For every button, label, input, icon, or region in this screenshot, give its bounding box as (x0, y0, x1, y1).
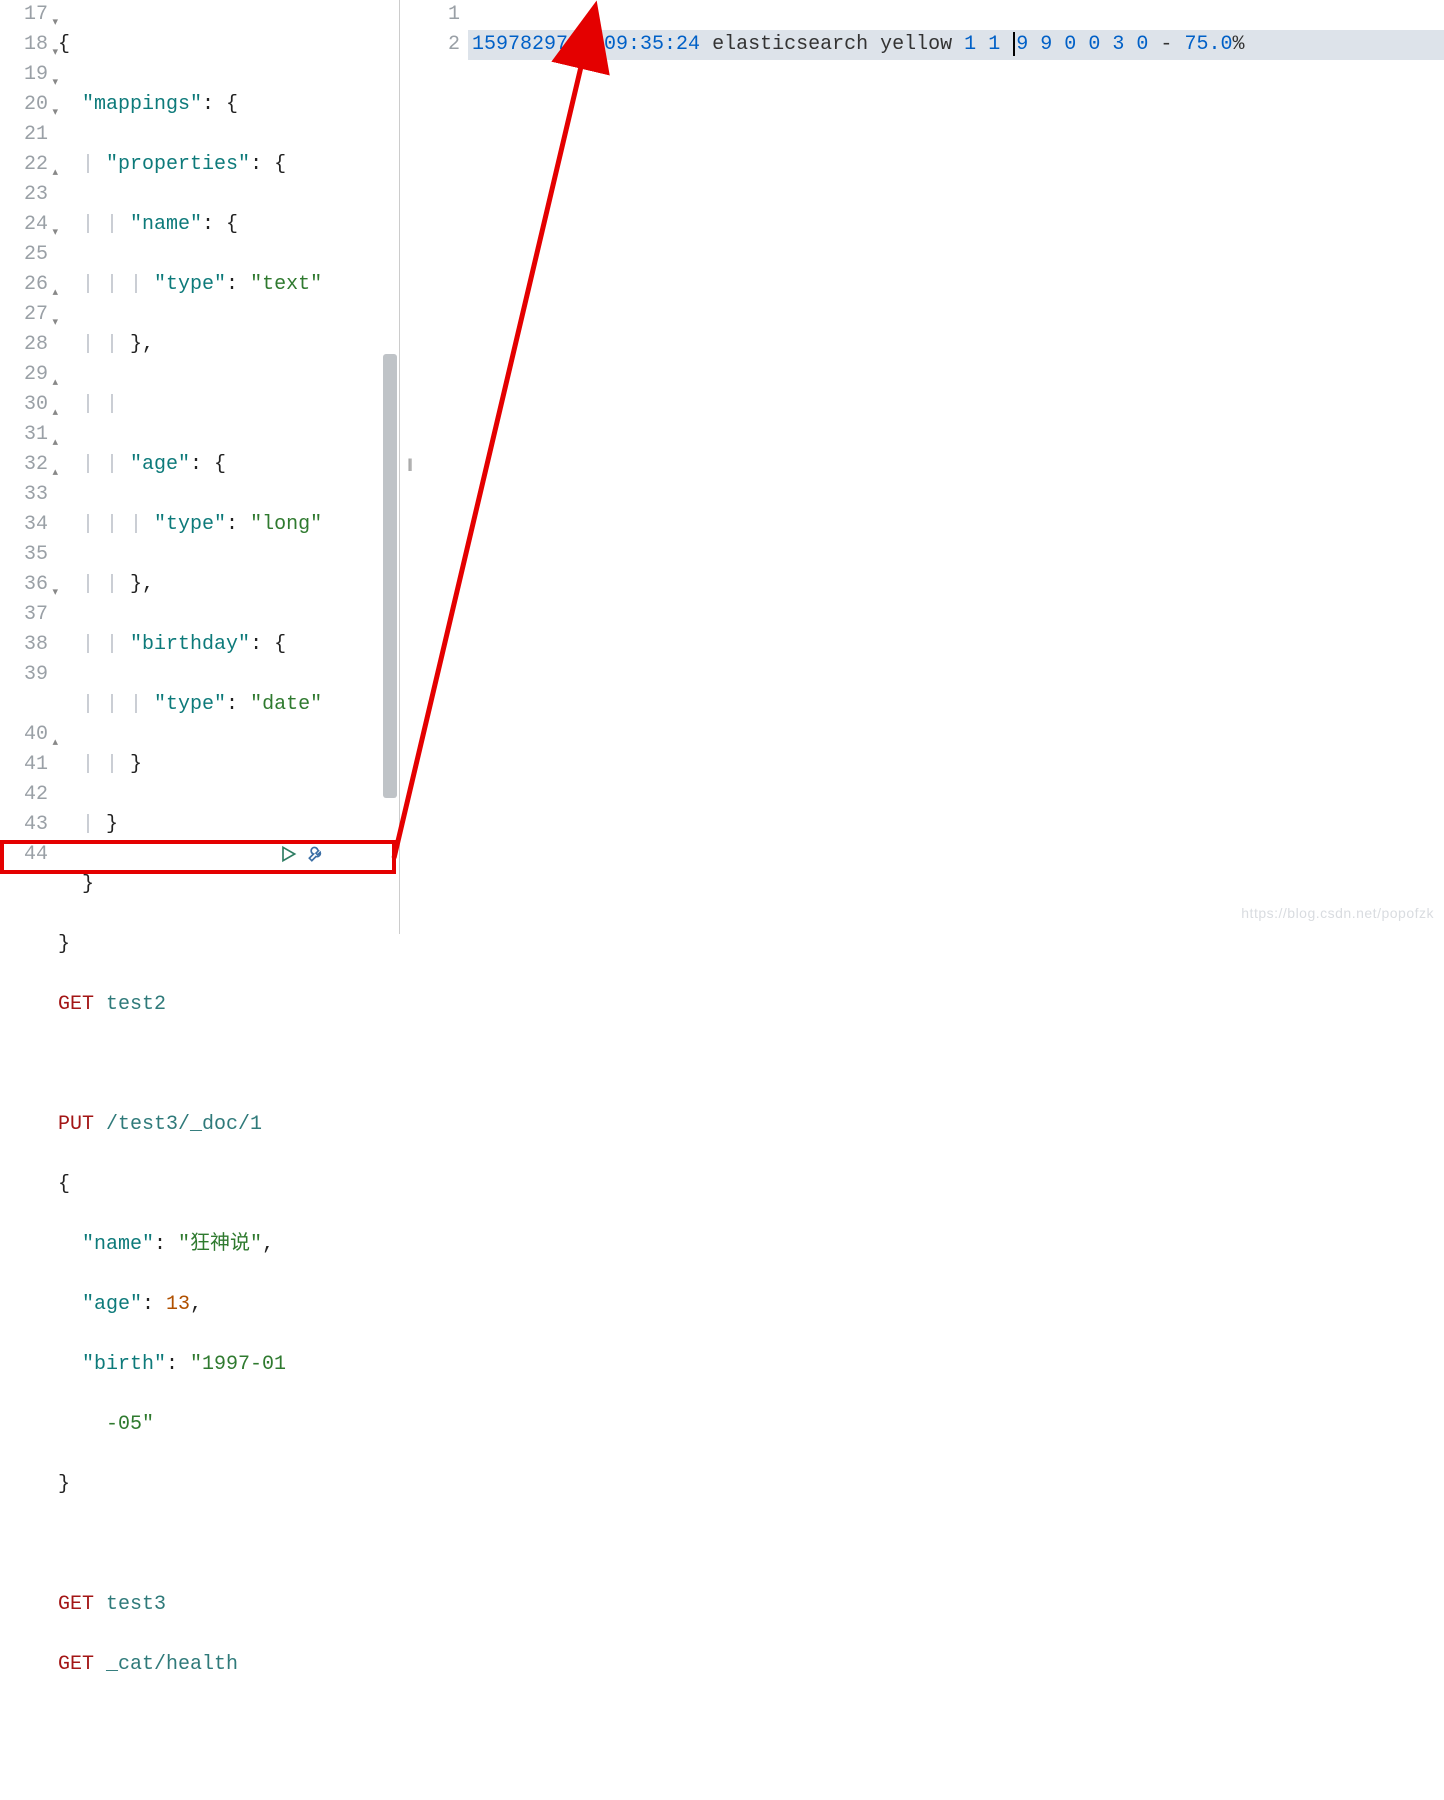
grip-icon: ‖ (407, 452, 412, 482)
http-method[interactable]: GET (58, 1653, 94, 1676)
right-gutter: 1 2 (420, 0, 468, 934)
response-output[interactable]: 1597829724 09:35:24 elasticsearch yellow… (468, 0, 1444, 934)
request-path[interactable]: _cat/health (94, 1653, 238, 1676)
json-key[interactable]: "name" (130, 213, 202, 236)
kibana-console: 17▾ 18▾ 19▾ 20▾ 21 22▴ 23 24▾ 25 26▴ 27▾… (0, 0, 1444, 934)
json-key[interactable]: "mappings" (82, 93, 202, 116)
json-key[interactable]: "name" (82, 1233, 154, 1256)
request-code[interactable]: { "mappings": { | "properties": { | | "n… (52, 0, 399, 934)
watermark-text: https://blog.csdn.net/popofzk (1241, 898, 1434, 928)
run-request-icon[interactable] (278, 844, 298, 875)
http-method[interactable]: PUT (58, 1113, 94, 1136)
json-value[interactable]: "long" (250, 513, 322, 536)
response-status: yellow (880, 33, 952, 56)
response-time: 09:35:24 (604, 33, 700, 56)
request-path[interactable]: test2 (94, 993, 166, 1016)
wrench-icon[interactable] (306, 844, 326, 875)
json-key[interactable]: "type" (154, 273, 226, 296)
json-key[interactable]: "type" (154, 513, 226, 536)
request-editor[interactable]: 17▾ 18▾ 19▾ 20▾ 21 22▴ 23 24▾ 25 26▴ 27▾… (0, 0, 400, 934)
json-key[interactable]: "age" (82, 1293, 142, 1316)
json-value[interactable]: 13 (166, 1293, 190, 1316)
json-key[interactable]: "birthday" (130, 633, 250, 656)
http-method[interactable]: GET (58, 993, 94, 1016)
json-key[interactable]: "properties" (106, 153, 250, 176)
response-epoch: 1597829724 (472, 33, 592, 56)
panel-resize-handle[interactable]: ‖ (400, 0, 420, 934)
request-path[interactable]: /test3/_doc/1 (94, 1113, 262, 1136)
left-gutter: 17▾ 18▾ 19▾ 20▾ 21 22▴ 23 24▾ 25 26▴ 27▾… (0, 0, 52, 934)
text-cursor (1013, 32, 1015, 56)
request-path[interactable]: test3 (94, 1593, 166, 1616)
json-value[interactable]: -05" (106, 1413, 154, 1436)
scrollbar-thumb[interactable] (383, 354, 397, 798)
json-key[interactable]: "type" (154, 693, 226, 716)
json-value[interactable]: "text" (250, 273, 322, 296)
json-value[interactable]: "1997-01 (190, 1353, 286, 1376)
code-line[interactable]: { (58, 33, 70, 56)
response-cluster: elasticsearch (712, 33, 868, 56)
response-percent: 75.0 (1184, 33, 1232, 56)
json-key[interactable]: "age" (130, 453, 190, 476)
http-method[interactable]: GET (58, 1593, 94, 1616)
response-panel[interactable]: 1 2 1597829724 09:35:24 elasticsearch ye… (420, 0, 1444, 934)
json-value[interactable]: "狂神说" (178, 1233, 262, 1256)
json-value[interactable]: "date" (250, 693, 322, 716)
json-key[interactable]: "birth" (82, 1353, 166, 1376)
